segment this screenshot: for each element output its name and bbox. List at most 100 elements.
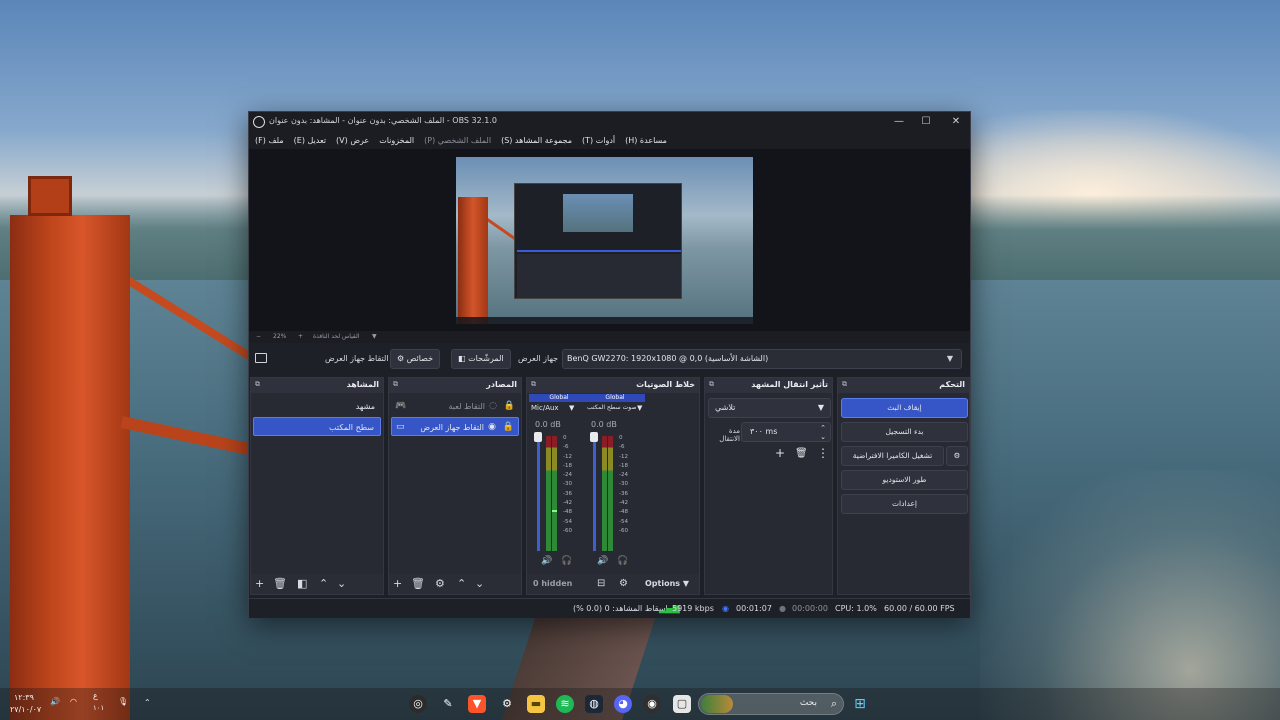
steam-icon[interactable]: ◍ xyxy=(585,695,603,713)
transitions-dock: تأثير انتقال المشهد ⧉ تلاشي ▼ مدة الانتق… xyxy=(704,377,833,595)
source-item-selected[interactable]: ▭ التقاط جهاز العرض ◉ 🔒 xyxy=(391,417,519,436)
file-explorer-icon[interactable]: ▬ xyxy=(527,695,545,713)
title-bar[interactable]: OBS 32.1.0 - الملف الشخصي: بدون عنوان - … xyxy=(249,112,970,132)
virtual-camera-button[interactable]: تشغيل الكاميرا الافتراضية xyxy=(841,446,944,466)
clock-date[interactable]: ٢٧/١٠/٠٧ xyxy=(10,705,41,714)
spotify-icon[interactable]: ≋ xyxy=(556,695,574,713)
taskbar-search[interactable]: بحث ⌕ xyxy=(698,693,844,715)
menu-help[interactable]: مساعدة (H) xyxy=(625,132,667,149)
minimize-button[interactable]: — xyxy=(892,115,906,129)
menu-file[interactable]: ملف (F) xyxy=(255,132,284,149)
undock-icon[interactable]: ⧉ xyxy=(393,380,398,389)
speaker-icon[interactable]: 🔊 xyxy=(541,556,552,566)
properties-button[interactable]: خصائص ⚙ xyxy=(390,349,441,369)
clock-time[interactable]: ١٢:٣٩ xyxy=(14,693,34,702)
scene-item-selected[interactable]: سطح المكتب xyxy=(253,417,381,436)
trash-icon[interactable]: 🗑 xyxy=(795,448,808,459)
lock-icon[interactable]: 🔒 xyxy=(504,397,515,416)
close-button[interactable]: ✕ xyxy=(949,115,963,129)
eye-hidden-icon[interactable]: ◌ xyxy=(489,397,497,416)
settings-app-icon[interactable]: ⚙ xyxy=(498,695,516,713)
fit-to-window[interactable]: القياس لحد النافذة xyxy=(313,333,359,340)
move-down-icon[interactable]: ⌄ xyxy=(337,577,346,591)
brave-icon[interactable]: ▼ xyxy=(468,695,486,713)
studio-mode-button[interactable]: طور الاستوديو xyxy=(841,470,968,490)
advanced-settings-icon[interactable]: ⚙ xyxy=(619,577,628,591)
zoom-out-button[interactable]: − xyxy=(256,333,261,340)
volume-icon[interactable]: 🔊 xyxy=(50,697,60,706)
lock-icon[interactable]: 🔒 xyxy=(503,418,514,437)
scene-filter-icon[interactable]: ◧ xyxy=(297,577,307,591)
obs-taskbar-icon[interactable]: ◎ xyxy=(409,695,427,713)
microphone-icon[interactable]: 🎙 xyxy=(118,697,128,706)
channel-buttons: 🔊 🎧 xyxy=(541,556,572,566)
app-window-icon[interactable]: ▢ xyxy=(673,695,691,713)
transition-type-select[interactable]: تلاشي ▼ xyxy=(708,398,831,418)
settings-button[interactable]: إعدادات xyxy=(841,494,968,514)
display-select[interactable]: BenQ GW2270: 1920x1080 @ 0,0 (الشاشة الأ… xyxy=(562,349,962,369)
add-icon[interactable]: + xyxy=(775,446,785,460)
volume-slider-knob[interactable] xyxy=(534,432,542,442)
menu-profile[interactable]: الملف الشخصي (P) xyxy=(424,132,491,149)
volume-slider-track[interactable] xyxy=(593,436,596,551)
layout-icon[interactable]: ⊟ xyxy=(597,577,605,591)
headphones-icon[interactable]: 🎧 xyxy=(561,556,572,566)
source-item-label: التقاط لعبة xyxy=(448,402,486,411)
add-icon[interactable]: + xyxy=(255,577,264,591)
undock-icon[interactable]: ⧉ xyxy=(709,380,714,389)
filter-icon: ◧ xyxy=(458,354,466,363)
undock-icon[interactable]: ⧉ xyxy=(255,380,260,389)
wifi-icon[interactable]: ◠ xyxy=(70,697,77,706)
mixer-options-button[interactable]: Options ▼ xyxy=(645,577,689,591)
spin-down-icon[interactable]: ⌄ xyxy=(820,428,826,446)
volume-slider-track[interactable] xyxy=(537,436,540,551)
status-bar: إسقاط المشاهد: 0 (0.0 %) ▂▄▆ 5919 kbps ◉… xyxy=(249,598,970,618)
bridge-tower-top xyxy=(28,176,72,216)
move-up-icon[interactable]: ⌃ xyxy=(319,577,328,591)
undock-icon[interactable]: ⧉ xyxy=(531,380,536,389)
source-item[interactable]: 🎮 التقاط لعبة ◌ 🔒 xyxy=(391,397,519,416)
stop-stream-button[interactable]: إيقاف البث xyxy=(841,398,968,418)
tray-overflow-icon[interactable]: ⌃ xyxy=(144,698,151,707)
menu-view[interactable]: عرض (V) xyxy=(336,132,369,149)
discord-icon[interactable]: ◕ xyxy=(614,695,632,713)
eye-icon[interactable]: ◉ xyxy=(488,418,496,437)
gear-icon[interactable]: ⚙ xyxy=(435,577,445,591)
start-windows-icon[interactable]: ⊞ xyxy=(851,695,869,713)
maximize-button[interactable]: ☐ xyxy=(919,115,933,129)
window-title: OBS 32.1.0 - الملف الشخصي: بدون عنوان - … xyxy=(269,116,497,125)
scene-item[interactable]: مشهد xyxy=(253,397,381,416)
chrome-icon[interactable]: ◉ xyxy=(643,695,661,713)
add-icon[interactable]: + xyxy=(393,577,402,591)
chevron-down-icon[interactable]: ▼ xyxy=(569,404,574,412)
app-icon[interactable]: ✎ xyxy=(439,695,457,713)
zoom-dropdown-arrow[interactable]: ▼ xyxy=(372,333,377,340)
channel-tag: Global xyxy=(585,394,645,402)
filters-button[interactable]: المرشّحات ◧ xyxy=(451,349,511,369)
headphones-icon[interactable]: 🎧 xyxy=(617,556,628,566)
move-down-icon[interactable]: ⌄ xyxy=(475,577,484,591)
sources-dock-header: المصادر ⧉ xyxy=(389,378,521,393)
start-recording-button[interactable]: بدء التسجيل xyxy=(841,422,968,442)
scenes-dock-header: المشاهد ⧉ xyxy=(251,378,383,393)
duration-spinbox[interactable]: ٣٠٠ ms ⌃ ⌄ xyxy=(741,422,831,442)
undock-icon[interactable]: ⧉ xyxy=(842,380,847,389)
scenes-footer: + 🗑 ◧ ⌃ ⌄ xyxy=(251,574,383,594)
program-preview[interactable] xyxy=(456,157,753,324)
menu-docks[interactable]: المخزونات xyxy=(379,132,414,149)
level-meter xyxy=(546,436,551,551)
language-indicator[interactable]: ع xyxy=(93,691,98,700)
trash-icon[interactable]: 🗑 xyxy=(411,577,425,591)
channel-buttons: 🔊 🎧 xyxy=(597,556,628,566)
move-up-icon[interactable]: ⌃ xyxy=(457,577,466,591)
speaker-icon[interactable]: 🔊 xyxy=(597,556,608,566)
zoom-in-button[interactable]: + xyxy=(298,333,303,340)
trash-icon[interactable]: 🗑 xyxy=(273,577,287,591)
menu-edit[interactable]: تعديل (E) xyxy=(294,132,326,149)
virtual-camera-settings[interactable]: ⚙ xyxy=(946,446,968,466)
volume-slider-knob[interactable] xyxy=(590,432,598,442)
menu-scene-collection[interactable]: مجموعة المشاهد (S) xyxy=(501,132,572,149)
chevron-down-icon[interactable]: ▼ xyxy=(637,404,642,412)
menu-tools[interactable]: أدوات (T) xyxy=(582,132,615,149)
more-icon[interactable]: ⋮ xyxy=(817,446,829,460)
